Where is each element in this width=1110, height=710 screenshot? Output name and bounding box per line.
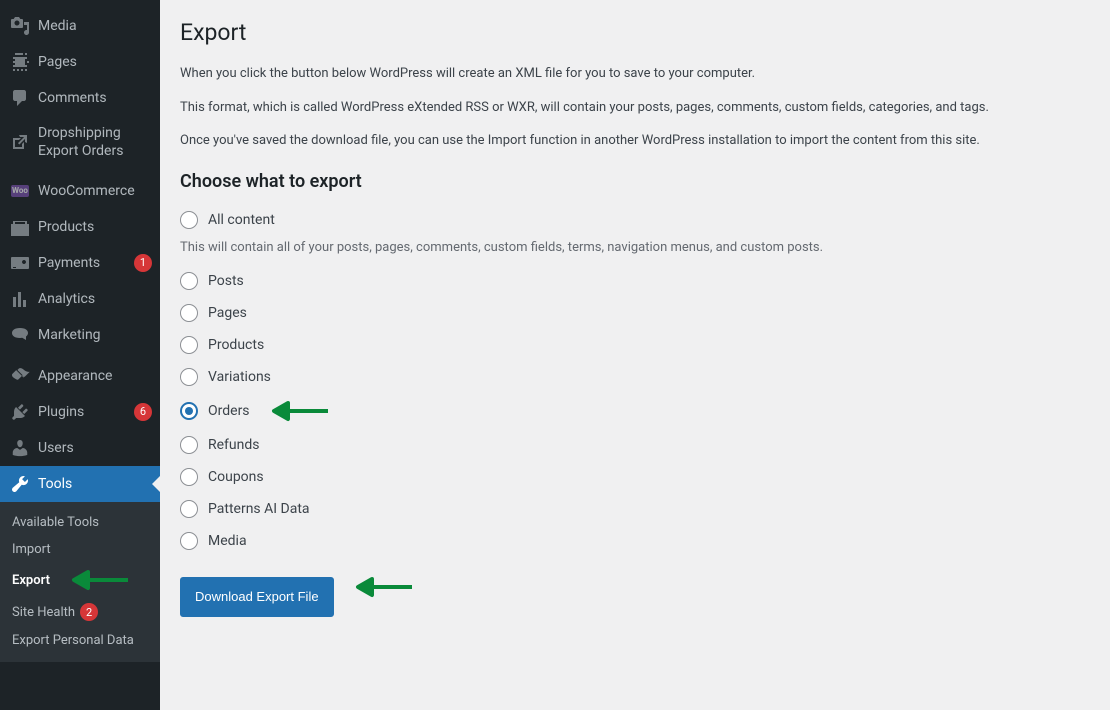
export-option-refunds[interactable]: Refunds [180, 429, 1090, 461]
menu-label: Comments [38, 89, 152, 107]
radio-label: Variations [208, 369, 271, 385]
export-option-media[interactable]: Media [180, 525, 1090, 557]
analytics-icon [10, 289, 30, 309]
radio-input[interactable] [180, 211, 198, 229]
radio-input[interactable] [180, 402, 198, 420]
submenu-item-import[interactable]: Import [0, 536, 160, 563]
menu-label: Products [38, 218, 152, 236]
radio-label: Orders [208, 403, 250, 419]
sidebar-item-plugins[interactable]: Plugins 6 [0, 394, 160, 430]
tools-icon [10, 474, 30, 494]
comments-icon [10, 88, 30, 108]
export-options: All content This will contain all of your… [180, 204, 1090, 557]
notification-badge: 6 [134, 403, 152, 421]
menu-label: Appearance [38, 367, 152, 385]
radio-label: Products [208, 337, 264, 353]
sidebar-item-appearance[interactable]: Appearance [0, 358, 160, 394]
menu-label: Plugins [38, 403, 129, 421]
admin-sidebar: Media Pages Comments Dropshipping Export Or… [0, 0, 160, 710]
sidebar-item-marketing[interactable]: Marketing [0, 317, 160, 353]
submenu-label: Import [12, 542, 51, 557]
submenu-label: Export [12, 573, 50, 588]
submenu-item-export-personal-data[interactable]: Export Personal Data [0, 627, 160, 654]
radio-input[interactable] [180, 336, 198, 354]
radio-input[interactable] [180, 304, 198, 322]
notification-badge: 2 [80, 603, 98, 621]
external-icon [10, 132, 30, 152]
tools-submenu: Available Tools Import Export Site Health 2 E… [0, 502, 160, 662]
products-icon [10, 217, 30, 237]
sidebar-item-payments[interactable]: Payments 1 [0, 245, 160, 281]
sidebar-item-analytics[interactable]: Analytics [0, 281, 160, 317]
menu-label: Media [38, 17, 152, 35]
radio-label: Pages [208, 305, 247, 321]
menu-label: Dropshipping Export Orders [38, 124, 152, 160]
menu-label: Pages [38, 53, 152, 71]
submenu-label: Site Health [12, 605, 75, 620]
sidebar-item-woocommerce[interactable]: Woo WooCommerce [0, 173, 160, 209]
export-option-posts[interactable]: Posts [180, 265, 1090, 297]
section-title: Choose what to export [180, 171, 1090, 192]
menu-label: Tools [38, 475, 152, 493]
description-3: Once you've saved the download file, you… [180, 131, 1090, 151]
export-option-all-content[interactable]: All content [180, 204, 1090, 236]
payments-icon [10, 253, 30, 273]
appearance-icon [10, 366, 30, 386]
export-option-pages[interactable]: Pages [180, 297, 1090, 329]
sidebar-item-users[interactable]: Users [0, 430, 160, 466]
radio-label: Media [208, 533, 247, 549]
radio-input[interactable] [180, 436, 198, 454]
submenu-item-available-tools[interactable]: Available Tools [0, 509, 160, 536]
option-hint: This will contain all of your posts, pag… [180, 240, 1090, 255]
page-title: Export [180, 10, 1090, 50]
description-2: This format, which is called WordPress e… [180, 98, 1090, 118]
export-option-coupons[interactable]: Coupons [180, 461, 1090, 493]
radio-input[interactable] [180, 500, 198, 518]
pages-icon [10, 52, 30, 72]
radio-label: Posts [208, 273, 244, 289]
sidebar-item-pages[interactable]: Pages [0, 44, 160, 80]
marketing-icon [10, 325, 30, 345]
menu-label: Payments [38, 254, 129, 272]
main-content: Export When you click the button below W… [160, 0, 1110, 710]
export-option-variations[interactable]: Variations [180, 361, 1090, 393]
submenu-label: Available Tools [12, 515, 99, 530]
sidebar-item-dropshipping-export-orders[interactable]: Dropshipping Export Orders [0, 116, 160, 168]
menu-label: Analytics [38, 290, 152, 308]
media-icon [10, 16, 30, 36]
radio-label: Refunds [208, 437, 260, 453]
radio-input[interactable] [180, 532, 198, 550]
description-1: When you click the button below WordPres… [180, 64, 1090, 84]
users-icon [10, 438, 30, 458]
arrow-annotation-icon [354, 575, 414, 599]
radio-input[interactable] [180, 272, 198, 290]
menu-label: Users [38, 439, 152, 457]
menu-label: WooCommerce [38, 182, 152, 200]
sidebar-item-media[interactable]: Media [0, 8, 160, 44]
notification-badge: 1 [134, 254, 152, 272]
submenu-item-export[interactable]: Export [0, 563, 160, 597]
export-option-patterns-ai-data[interactable]: Patterns AI Data [180, 493, 1090, 525]
arrow-annotation-icon [70, 569, 130, 591]
radio-label: All content [208, 212, 275, 228]
sidebar-item-comments[interactable]: Comments [0, 80, 160, 116]
arrow-annotation-icon [270, 400, 330, 422]
radio-label: Patterns AI Data [208, 501, 310, 517]
submenu-item-site-health[interactable]: Site Health 2 [0, 597, 160, 627]
submenu-label: Export Personal Data [12, 633, 134, 648]
radio-input[interactable] [180, 368, 198, 386]
export-option-products[interactable]: Products [180, 329, 1090, 361]
sidebar-item-products[interactable]: Products [0, 209, 160, 245]
download-export-button[interactable]: Download Export File [180, 577, 334, 617]
radio-label: Coupons [208, 469, 264, 485]
menu-label: Marketing [38, 326, 152, 344]
plugins-icon [10, 402, 30, 422]
radio-input[interactable] [180, 468, 198, 486]
export-option-orders[interactable]: Orders [180, 393, 1090, 429]
woo-icon: Woo [10, 181, 30, 201]
sidebar-item-tools[interactable]: Tools [0, 466, 160, 502]
